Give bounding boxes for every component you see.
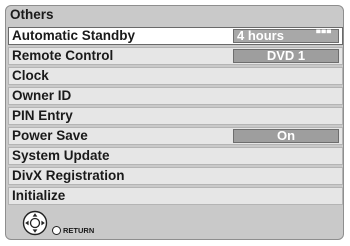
menu-item-power-save[interactable]: Power Save On [8, 127, 343, 145]
menu-item-automatic-standby[interactable]: Automatic Standby 4 hours ▀▀▀ [8, 27, 343, 45]
dpad-icon [22, 210, 48, 236]
menu-item-divx-registration[interactable]: DivX Registration [8, 167, 343, 185]
menu-title: Others [10, 7, 54, 22]
menu-item-system-update[interactable]: System Update [8, 147, 343, 165]
value-text: 4 hours [237, 28, 284, 43]
menu-item-label: Power Save [12, 128, 88, 143]
menu-item-label: Initialize [12, 188, 66, 203]
return-label: RETURN [63, 226, 95, 235]
remote-control-value: DVD 1 [233, 49, 339, 63]
automatic-standby-value[interactable]: 4 hours ▀▀▀ [233, 29, 339, 43]
menu-item-label: PIN Entry [12, 108, 73, 123]
menu-item-label: System Update [12, 148, 110, 163]
menu-item-owner-id[interactable]: Owner ID [8, 87, 343, 105]
menu-item-initialize[interactable]: Initialize [8, 187, 343, 205]
menu-item-clock[interactable]: Clock [8, 67, 343, 85]
menu-item-label: DivX Registration [12, 168, 125, 183]
scroll-indicator-icon: ▀▀▀ [316, 31, 332, 37]
menu-item-remote-control[interactable]: Remote Control DVD 1 [8, 47, 343, 65]
menu-item-label: Remote Control [12, 48, 114, 63]
menu-item-pin-entry[interactable]: PIN Entry [8, 107, 343, 125]
menu-item-label: Automatic Standby [12, 28, 136, 43]
settings-menu-list: Automatic Standby 4 hours ▀▀▀ Remote Con… [8, 27, 343, 207]
return-circle-icon [52, 226, 61, 235]
menu-item-label: Clock [12, 68, 49, 83]
power-save-value: On [233, 129, 339, 143]
menu-item-label: Owner ID [12, 88, 72, 103]
